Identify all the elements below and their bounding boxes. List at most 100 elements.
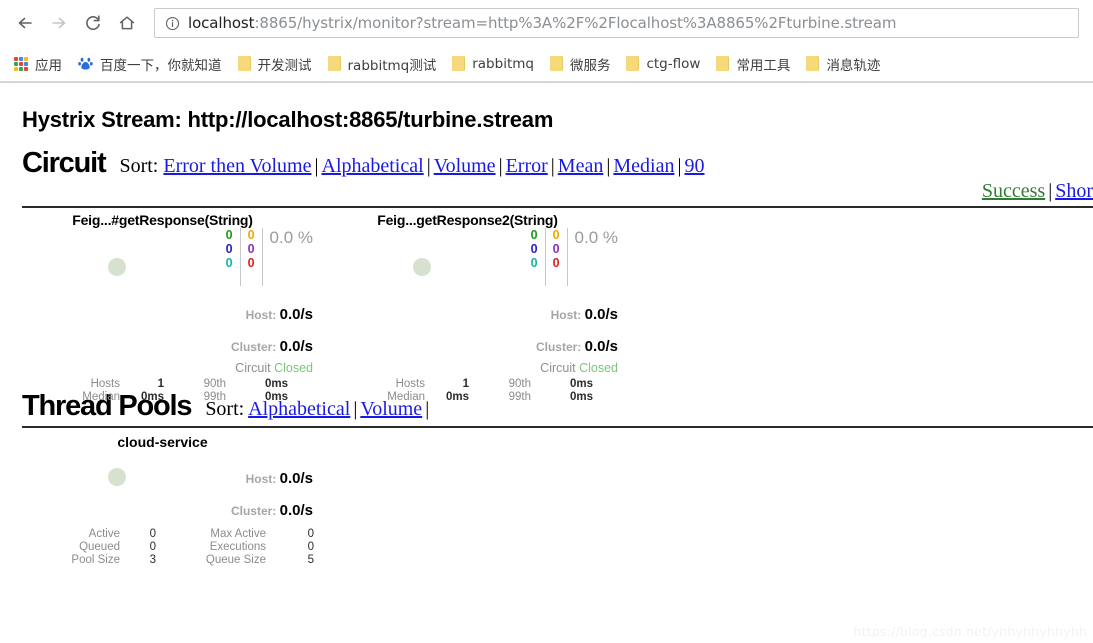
bookmark-folder-common-tools[interactable]: 常用工具 — [708, 51, 798, 77]
stat-key: 99th — [203, 391, 226, 403]
folder-icon — [237, 56, 251, 71]
stat-key: Queue Size — [205, 554, 266, 566]
thread-pool-name: cloud-service — [117, 434, 208, 450]
circuit-sort-volume[interactable]: Volume — [434, 155, 496, 177]
folder-icon — [806, 56, 820, 71]
thread-pools-section: Thread Pools Sort: Alphabetical | Volume | … — [0, 390, 1093, 578]
bookmark-label: ctg-flow — [646, 55, 701, 72]
stat-value: 0ms — [264, 378, 288, 390]
circuit-stats-grid: Hosts 1 90th 0ms Median 0ms 99th 0ms — [28, 378, 316, 404]
circuit-sort-alphabetical[interactable]: Alphabetical — [322, 155, 424, 177]
thread-pool-card[interactable]: cloud-service Host: 0.0/s Cluster: 0.0/s… — [10, 428, 315, 578]
stat-key: Executions — [209, 541, 266, 553]
bookmark-folder-ctg-flow[interactable]: ctg-flow — [618, 51, 708, 77]
stat-key: 99th — [508, 391, 531, 403]
forward-button[interactable] — [42, 6, 76, 40]
folder-icon — [327, 56, 341, 71]
host-rate-row: Host: 0.0/s — [246, 470, 313, 487]
stat-value: 0ms — [140, 391, 164, 403]
browser-chrome: localhost:8865/hystrix/monitor?stream=ht… — [0, 0, 1093, 83]
stat-key: Pool Size — [71, 554, 120, 566]
circuit-section-title: Circuit — [22, 147, 107, 179]
bookmark-label: 应用 — [35, 57, 62, 74]
bookmark-apps[interactable]: 应用 — [6, 51, 70, 77]
counter-column-left: 0 0 0 — [524, 228, 546, 286]
forward-arrow-icon — [52, 17, 66, 29]
stat-value: 5 — [307, 554, 314, 566]
cluster-rate-value: 0.0/s — [584, 338, 618, 355]
back-button[interactable] — [8, 6, 42, 40]
circuit-sort-short-circuited[interactable]: Shor — [1055, 180, 1093, 202]
baidu-icon — [78, 56, 93, 71]
circuit-sort-90th[interactable]: 90 — [684, 155, 704, 177]
bookmark-label: 开发测试 — [257, 57, 312, 74]
stat-value: 0 — [149, 528, 156, 540]
stat-value: 0 — [307, 528, 314, 540]
circuit-sort-error[interactable]: Error — [506, 155, 548, 177]
circuit-sort-success[interactable]: Success — [982, 180, 1045, 202]
stat-value: 1 — [157, 378, 164, 390]
circuit-sort-mean[interactable]: Mean — [558, 155, 604, 177]
stat-key: Median — [387, 391, 425, 403]
circuit-sort-bar-row2: Success | Shor — [981, 180, 1093, 202]
health-dot-icon — [108, 258, 126, 276]
health-dot-icon — [108, 468, 126, 486]
counter-column-right: 0 0 0 — [546, 228, 568, 286]
stat-key: 90th — [203, 378, 226, 390]
thread-pool-stats-grid: Active 0 Max Active 0 Queued 0 Execution… — [20, 528, 316, 567]
stat-key: Median — [82, 391, 120, 403]
host-rate-row: Host: 0.0/s — [551, 306, 618, 323]
counter-rejected: 0 — [247, 242, 255, 256]
counter-failure: 0 — [552, 256, 560, 270]
circuit-card[interactable]: Feig...getResponse2(String) 0 0 0 0 0 0 … — [315, 208, 620, 403]
circuit-sort-label: Sort: — [119, 155, 159, 177]
circuit-stats-grid: Hosts 1 90th 0ms Median 0ms 99th 0ms — [333, 378, 621, 404]
counter-short-circuited: 0 — [530, 242, 538, 256]
bookmark-folder-microservice[interactable]: 微服务 — [542, 51, 619, 77]
folder-icon — [549, 56, 563, 71]
circuit-sort-error-then-volume[interactable]: Error then Volume — [163, 155, 311, 177]
bookmark-baidu[interactable]: 百度一下，你就知道 — [70, 51, 230, 77]
reload-icon — [86, 15, 100, 31]
error-percentage: 0.0 % — [269, 228, 313, 247]
circuit-header: Circuit Sort: Error then Volume | Alphabet… — [0, 147, 1093, 180]
host-rate-row: Host: 0.0/s — [246, 306, 313, 323]
stat-value: 0ms — [264, 391, 288, 403]
circuit-card-name: Feig...getResponse2(String) — [377, 212, 558, 228]
circuit-card-name: Feig...#getResponse(String) — [72, 212, 253, 228]
address-bar[interactable]: localhost:8865/hystrix/monitor?stream=ht… — [154, 8, 1079, 38]
site-info-icon[interactable] — [165, 16, 180, 31]
counter-bad-request: 0 — [530, 256, 538, 270]
bookmark-label: rabbitmq — [472, 55, 534, 72]
circuit-sort-bar: Sort: Error then Volume | Alphabetical | Vol… — [119, 155, 705, 177]
host-rate-value: 0.0/s — [279, 470, 313, 487]
counter-timeout: 0 — [247, 228, 255, 242]
page-title: Hystrix Stream: http://localhost:8865/tu… — [22, 107, 554, 132]
home-button[interactable] — [110, 6, 144, 40]
cluster-rate-label: Cluster: — [230, 340, 277, 354]
error-percentage: 0.0 % — [574, 228, 618, 247]
bookmark-label: rabbitmq测试 — [347, 57, 437, 74]
bookmark-label: 常用工具 — [736, 57, 791, 74]
stat-value: 0ms — [569, 378, 593, 390]
bookmark-folder-rabbitmq[interactable]: rabbitmq — [444, 51, 542, 77]
circuit-sort-median[interactable]: Median — [613, 155, 674, 177]
cluster-rate-value: 0.0/s — [279, 502, 313, 519]
back-arrow-icon — [18, 17, 32, 29]
bookmark-label: 消息轨迹 — [826, 57, 881, 74]
counter-column-right: 0 0 0 — [241, 228, 263, 286]
bookmark-folder-dev-test[interactable]: 开发测试 — [230, 51, 320, 77]
stat-value: 0 — [307, 541, 314, 553]
stat-key: Hosts — [90, 378, 120, 390]
cluster-rate-value: 0.0/s — [279, 338, 313, 355]
bookmark-folder-rabbitmq-test[interactable]: rabbitmq测试 — [320, 51, 445, 77]
circuit-section: Circuit Sort: Error then Volume | Alphabet… — [0, 147, 1093, 403]
address-bar-text: localhost:8865/hystrix/monitor?stream=ht… — [188, 14, 896, 32]
bookmark-folder-message-trace[interactable]: 消息轨迹 — [798, 51, 888, 77]
watermark: https://blog.csdn.net/yhhyhhyhhyhh — [853, 624, 1087, 639]
circuit-card[interactable]: Feig...#getResponse(String) 0 0 0 0 0 0 … — [10, 208, 315, 403]
status-badge: Closed — [274, 361, 313, 375]
health-dot-icon — [413, 258, 431, 276]
bookmark-label: 百度一下，你就知道 — [100, 57, 222, 74]
reload-button[interactable] — [76, 6, 110, 40]
